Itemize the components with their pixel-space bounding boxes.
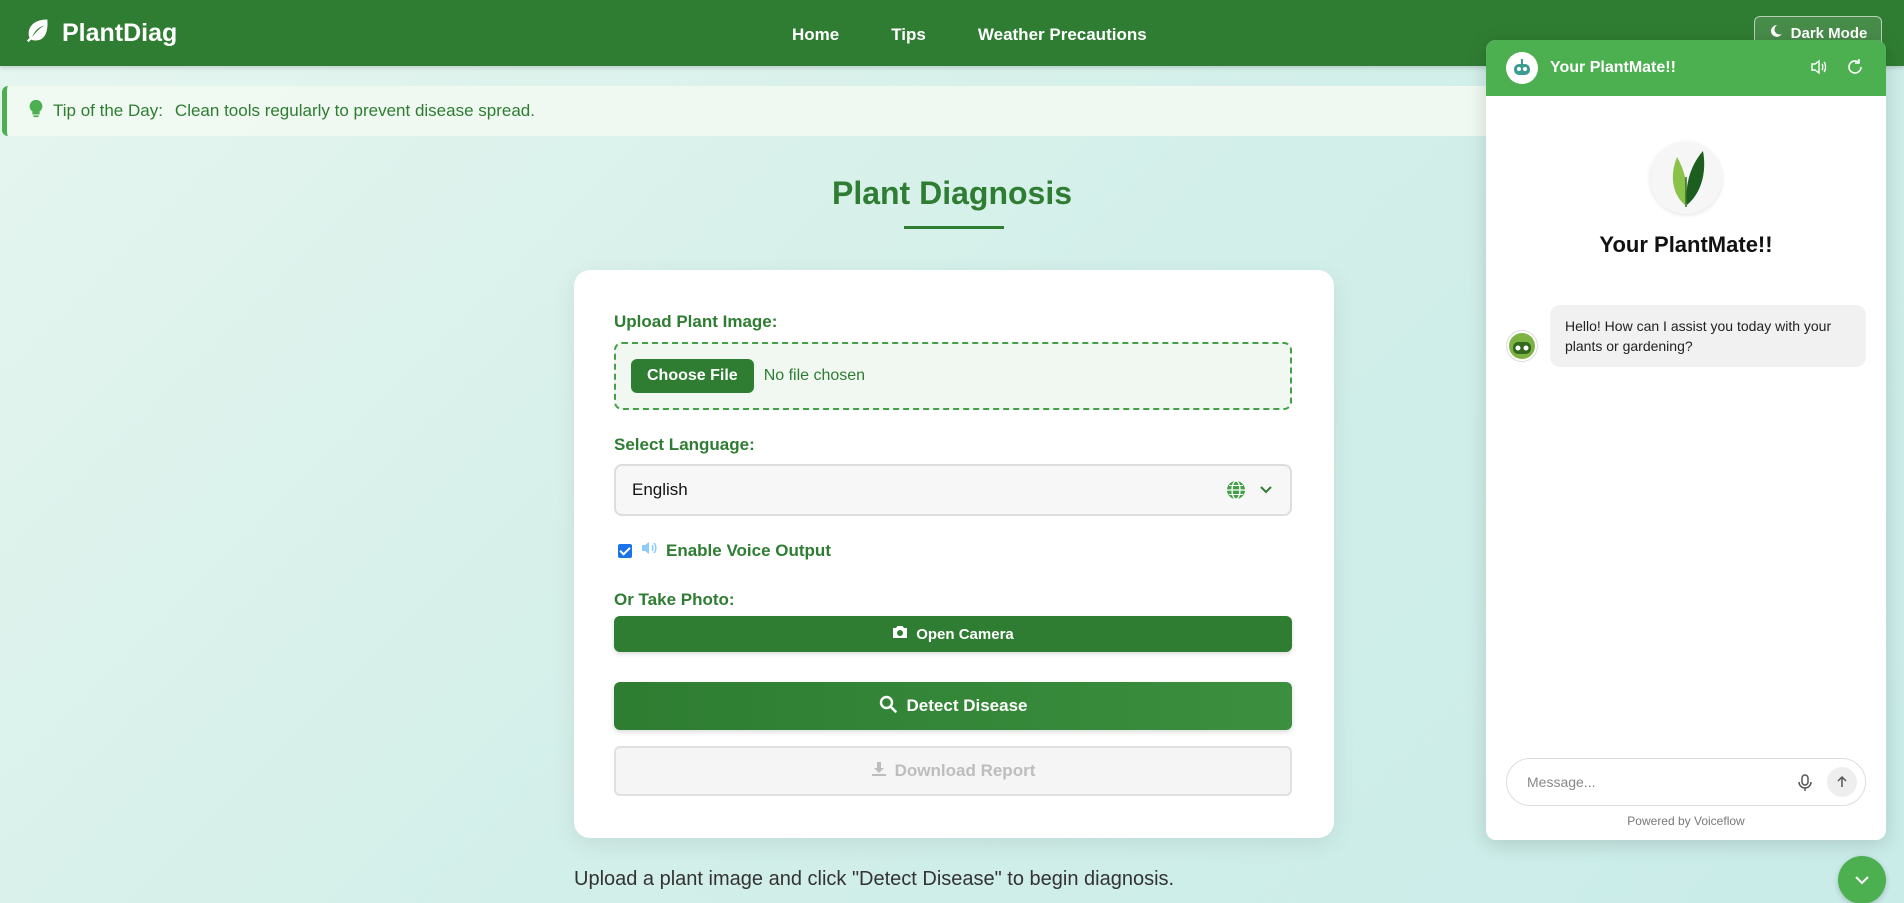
arrow-up-icon bbox=[1837, 775, 1847, 787]
voice-output-checkbox[interactable] bbox=[618, 543, 632, 558]
bot-title: Your PlantMate!! bbox=[1599, 232, 1773, 257]
plant-logo bbox=[1650, 142, 1722, 214]
download-report-label: Download Report bbox=[894, 761, 1036, 780]
chevron-down-icon bbox=[1855, 876, 1869, 885]
nav-link-weather-precautions[interactable]: Weather Precautions bbox=[978, 25, 1147, 45]
brand-name: PlantDiag bbox=[62, 18, 178, 47]
open-camera-label: Open Camera bbox=[916, 625, 1014, 643]
diagnosis-card: Upload Plant Image: Choose File No file … bbox=[574, 270, 1334, 838]
take-photo-label: Or Take Photo: bbox=[614, 590, 735, 609]
download-icon bbox=[871, 761, 887, 782]
file-upload-field[interactable]: Choose File No file chosen bbox=[614, 342, 1292, 410]
bot-message: Hello! How can I assist you today with y… bbox=[1550, 305, 1866, 367]
microphone-icon[interactable] bbox=[1797, 774, 1813, 792]
chat-header-title: Your PlantMate!! bbox=[1550, 59, 1676, 76]
powered-by[interactable]: Powered by Voiceflow bbox=[1486, 814, 1886, 828]
voice-output-row: Enable Voice Output bbox=[618, 540, 831, 561]
language-label: Select Language: bbox=[614, 435, 755, 454]
send-button[interactable] bbox=[1827, 767, 1857, 797]
message-input[interactable]: Message... bbox=[1506, 758, 1866, 806]
tip-of-the-day: Tip of the Day: Clean tools regularly to… bbox=[2, 86, 1502, 136]
search-icon bbox=[879, 695, 897, 718]
camera-icon bbox=[892, 625, 908, 643]
chevron-down-icon bbox=[1256, 480, 1276, 505]
instruction-text: Upload a plant image and click "Detect D… bbox=[574, 868, 1175, 890]
nav-link-home[interactable]: Home bbox=[792, 25, 839, 45]
chat-header: Your PlantMate!! bbox=[1486, 40, 1886, 96]
nav-link-tips[interactable]: Tips bbox=[891, 25, 926, 45]
lightbulb-icon bbox=[27, 99, 45, 124]
tip-text: Clean tools regularly to prevent disease… bbox=[174, 101, 535, 120]
tip-label: Tip of the Day: bbox=[53, 101, 163, 120]
choose-file-button[interactable]: Choose File bbox=[631, 359, 754, 393]
brand[interactable]: PlantDiag bbox=[24, 0, 177, 66]
title-underline bbox=[904, 226, 1004, 229]
language-value: English bbox=[632, 480, 688, 499]
chat-widget: Your PlantMate!! Your PlantMate!! Hello!… bbox=[1486, 40, 1886, 840]
detect-disease-label: Detect Disease bbox=[906, 696, 1028, 715]
speaker-icon bbox=[640, 540, 658, 561]
no-file-text: No file chosen bbox=[763, 367, 866, 384]
speaker-icon[interactable] bbox=[1810, 58, 1828, 81]
globe-icon bbox=[1226, 480, 1246, 505]
nav-links: Home Tips Weather Precautions bbox=[792, 0, 1147, 70]
bot-avatar-icon bbox=[1506, 330, 1538, 362]
chat-toggle-button[interactable] bbox=[1838, 856, 1886, 903]
download-report-button[interactable]: Download Report bbox=[614, 746, 1292, 796]
upload-label: Upload Plant Image: bbox=[614, 312, 778, 331]
dark-mode-label: Dark Mode bbox=[1790, 24, 1868, 42]
robot-avatar-icon bbox=[1506, 52, 1538, 84]
leaf-icon bbox=[24, 16, 52, 51]
language-select[interactable]: English bbox=[614, 464, 1292, 516]
open-camera-button[interactable]: Open Camera bbox=[614, 616, 1292, 652]
voice-output-label: Enable Voice Output bbox=[666, 540, 831, 560]
message-placeholder: Message... bbox=[1527, 774, 1596, 790]
refresh-icon[interactable] bbox=[1846, 58, 1864, 81]
detect-disease-button[interactable]: Detect Disease bbox=[614, 682, 1292, 730]
